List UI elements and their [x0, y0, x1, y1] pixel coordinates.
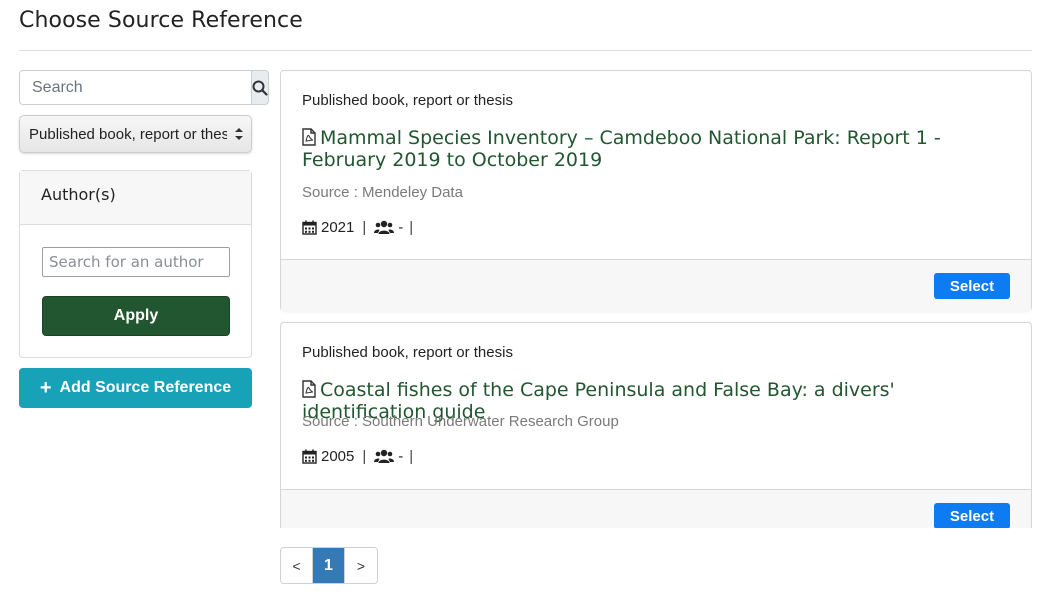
- pagination-next[interactable]: >: [345, 548, 377, 583]
- pagination-prev[interactable]: <: [281, 548, 313, 583]
- add-source-reference-label: Add Source Reference: [59, 379, 232, 396]
- reference-card-body: Published book, report or thesis Mammal …: [281, 71, 1031, 259]
- calendar-icon: [302, 220, 317, 235]
- reference-type-value: Published book, report or thesis: [29, 125, 227, 143]
- reference-meta: 2021 | - |: [302, 219, 413, 236]
- reference-card: Published book, report or thesis Mammal …: [280, 70, 1032, 311]
- reference-source: Source : Southern Underwater Research Gr…: [302, 413, 619, 430]
- add-source-reference-button[interactable]: + Add Source Reference: [19, 368, 252, 408]
- reference-authors: -: [398, 448, 404, 465]
- search-icon: [252, 80, 268, 96]
- plus-icon: +: [39, 377, 52, 399]
- author-filter-card: Author(s) Apply: [19, 170, 252, 358]
- author-filter-heading: Author(s): [20, 171, 251, 225]
- search-button[interactable]: [251, 70, 269, 105]
- author-search-input[interactable]: [42, 247, 230, 277]
- reference-title[interactable]: Mammal Species Inventory – Camdeboo Nati…: [302, 127, 1002, 171]
- reference-type: Published book, report or thesis: [302, 92, 513, 109]
- reference-authors: -: [398, 219, 404, 236]
- reference-results-list: Published book, report or thesis Mammal …: [280, 70, 1032, 528]
- apply-button[interactable]: Apply: [42, 296, 230, 336]
- pdf-file-icon: [302, 380, 316, 398]
- reference-source: Source : Mendeley Data: [302, 184, 463, 201]
- reference-year: 2021: [321, 219, 355, 236]
- reference-year: 2005: [321, 448, 355, 465]
- reference-title-text: Mammal Species Inventory – Camdeboo Nati…: [302, 127, 941, 171]
- title-divider: [19, 50, 1032, 51]
- users-icon: [374, 220, 395, 234]
- reference-type-select[interactable]: Published book, report or thesis: [19, 115, 252, 153]
- meta-separator: |: [362, 448, 367, 465]
- reference-card-footer: Select: [281, 259, 1031, 311]
- select-button[interactable]: Select: [934, 503, 1010, 528]
- reference-card-body: Published book, report or thesis Coastal…: [281, 323, 1031, 511]
- pdf-file-icon: [302, 128, 316, 146]
- meta-separator: |: [362, 219, 367, 236]
- reference-meta: 2005 | - |: [302, 448, 413, 465]
- reference-card-footer: Select: [281, 489, 1031, 528]
- pagination: < 1 >: [280, 547, 378, 584]
- reference-card: Published book, report or thesis Coastal…: [280, 322, 1032, 528]
- search-group: [19, 70, 269, 105]
- calendar-icon: [302, 449, 317, 464]
- users-icon: [374, 449, 395, 463]
- reference-type: Published book, report or thesis: [302, 344, 513, 361]
- select-button[interactable]: Select: [934, 273, 1010, 299]
- select-arrows-icon: [227, 127, 251, 141]
- page-title: Choose Source Reference: [19, 8, 303, 33]
- meta-separator: |: [409, 448, 414, 465]
- pagination-page-current[interactable]: 1: [313, 548, 345, 583]
- search-input[interactable]: [19, 70, 251, 105]
- meta-separator: |: [409, 219, 414, 236]
